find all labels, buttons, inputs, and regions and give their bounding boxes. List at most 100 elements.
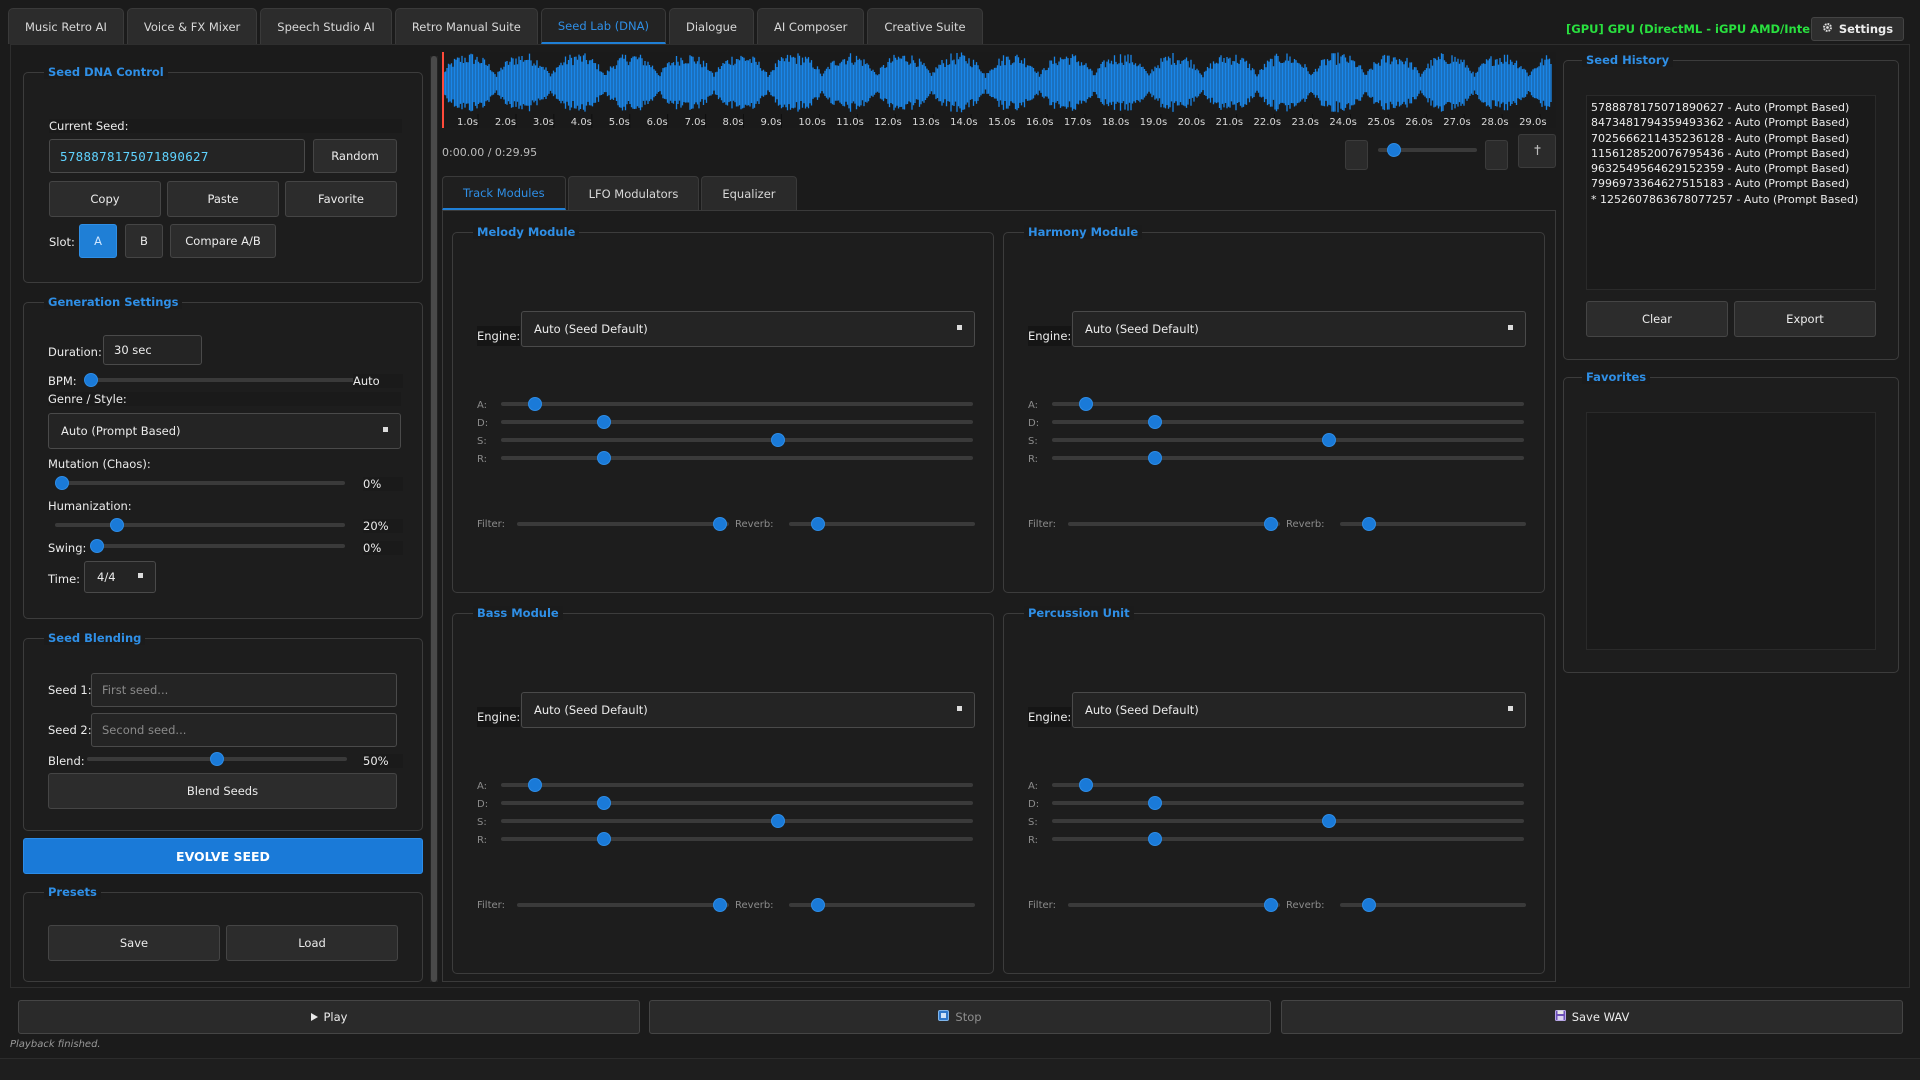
slider-handle[interactable]: [528, 397, 543, 411]
percussion-r-slider[interactable]: [1052, 831, 1524, 847]
load-preset-button[interactable]: Load: [226, 925, 398, 961]
history-item[interactable]: 7996973364627515183 - Auto (Prompt Based…: [1591, 176, 1871, 191]
slider-handle[interactable]: [528, 778, 543, 792]
harmony-s-slider[interactable]: [1052, 432, 1524, 448]
left-panel-scrollbar[interactable]: [430, 56, 438, 982]
stop-button[interactable]: Stop: [649, 1000, 1271, 1034]
blend-slider-handle[interactable]: [210, 752, 224, 766]
pin-button[interactable]: [1518, 134, 1556, 168]
slider-handle[interactable]: [713, 898, 728, 912]
save-preset-button[interactable]: Save: [48, 925, 220, 961]
tab-ai-composer[interactable]: AI Composer: [757, 8, 865, 44]
swing-slider[interactable]: [90, 538, 345, 554]
random-seed-button[interactable]: Random: [313, 139, 397, 173]
slider-handle[interactable]: [597, 451, 612, 465]
history-item[interactable]: 5788878175071890627 - Auto (Prompt Based…: [1591, 100, 1871, 115]
history-item[interactable]: 1156128520076795436 - Auto (Prompt Based…: [1591, 146, 1871, 161]
melody-reverb-slider[interactable]: [789, 516, 975, 532]
bass-s-slider[interactable]: [501, 813, 973, 829]
tab-seed-lab[interactable]: Seed Lab (DNA): [540, 8, 666, 44]
loop-control[interactable]: [1485, 140, 1508, 170]
slider-handle[interactable]: [1322, 814, 1337, 828]
mutation-slider-handle[interactable]: [55, 476, 69, 490]
copy-seed-button[interactable]: Copy: [49, 181, 161, 217]
bass-engine-combo[interactable]: Auto (Seed Default): [521, 692, 975, 728]
tab-retro-manual-suite[interactable]: Retro Manual Suite: [394, 8, 538, 44]
tab-dialogue[interactable]: Dialogue: [669, 8, 754, 44]
favorite-seed-button[interactable]: Favorite: [285, 181, 397, 217]
tab-track-modules[interactable]: Track Modules: [442, 176, 566, 210]
slider-handle[interactable]: [1148, 832, 1163, 846]
harmony-a-slider[interactable]: [1052, 396, 1524, 412]
duration-spinbox[interactable]: 30 sec: [103, 335, 202, 365]
seed-history-list[interactable]: 5788878175071890627 - Auto (Prompt Based…: [1586, 95, 1876, 290]
scrollbar-thumb[interactable]: [431, 56, 437, 982]
melody-a-slider[interactable]: [501, 396, 973, 412]
history-item[interactable]: * 1252607863678077257 - Auto (Prompt Bas…: [1591, 192, 1871, 207]
clear-history-button[interactable]: Clear: [1586, 301, 1728, 337]
harmony-reverb-slider[interactable]: [1340, 516, 1526, 532]
export-history-button[interactable]: Export: [1734, 301, 1876, 337]
bass-a-slider[interactable]: [501, 777, 973, 793]
slider-handle[interactable]: [1148, 451, 1163, 465]
melody-filter-slider[interactable]: [517, 516, 729, 532]
percussion-s-slider[interactable]: [1052, 813, 1524, 829]
history-item[interactable]: 9632549564629152359 - Auto (Prompt Based…: [1591, 161, 1871, 176]
slider-handle[interactable]: [597, 796, 612, 810]
tab-lfo-modulators[interactable]: LFO Modulators: [567, 176, 700, 210]
seed2-text[interactable]: [102, 723, 396, 737]
seed1-text[interactable]: [102, 683, 396, 697]
tab-voice-fx-mixer[interactable]: Voice & FX Mixer: [126, 8, 258, 44]
seed2-input[interactable]: [91, 713, 397, 747]
melody-r-slider[interactable]: [501, 450, 973, 466]
bass-reverb-slider[interactable]: [789, 897, 975, 913]
volume-slider-handle[interactable]: [1386, 143, 1401, 157]
slider-handle[interactable]: [1362, 898, 1377, 912]
play-button[interactable]: Play: [18, 1000, 640, 1034]
history-item[interactable]: 7025666211435236128 - Auto (Prompt Based…: [1591, 131, 1871, 146]
bass-d-slider[interactable]: [501, 795, 973, 811]
harmony-d-slider[interactable]: [1052, 414, 1524, 430]
melody-d-slider[interactable]: [501, 414, 973, 430]
harmony-engine-combo[interactable]: Auto (Seed Default): [1072, 311, 1526, 347]
save-wav-button[interactable]: Save WAV: [1281, 1000, 1903, 1034]
volume-slider[interactable]: [1378, 142, 1477, 158]
blend-seeds-button[interactable]: Blend Seeds: [48, 773, 397, 809]
slider-handle[interactable]: [811, 898, 826, 912]
time-signature-combo[interactable]: 4/4: [84, 561, 156, 593]
paste-seed-button[interactable]: Paste: [167, 181, 279, 217]
bass-filter-slider[interactable]: [517, 897, 729, 913]
history-item[interactable]: 8473481794359493362 - Auto (Prompt Based…: [1591, 115, 1871, 130]
settings-button[interactable]: Settings: [1811, 17, 1904, 41]
slider-handle[interactable]: [771, 433, 786, 447]
slider-handle[interactable]: [1079, 778, 1094, 792]
slot-a-button[interactable]: A: [79, 224, 117, 258]
slider-handle[interactable]: [597, 832, 612, 846]
compare-ab-button[interactable]: Compare A/B: [170, 224, 276, 258]
tab-equalizer[interactable]: Equalizer: [701, 176, 797, 210]
harmony-r-slider[interactable]: [1052, 450, 1524, 466]
seed1-input[interactable]: [91, 673, 397, 707]
waveform-display[interactable]: 1.0s 2.0s 3.0s 4.0s 5.0s 6.0s 7.0s 8.0s 9.0s 10.0…: [442, 52, 1556, 128]
melody-engine-combo[interactable]: Auto (Seed Default): [521, 311, 975, 347]
slider-handle[interactable]: [1362, 517, 1377, 531]
slider-handle[interactable]: [1148, 415, 1163, 429]
blend-slider[interactable]: [87, 751, 347, 767]
current-seed-field[interactable]: 5788878175071890627: [49, 139, 305, 173]
slider-handle[interactable]: [771, 814, 786, 828]
harmony-filter-slider[interactable]: [1068, 516, 1280, 532]
slider-handle[interactable]: [1264, 898, 1279, 912]
slider-handle[interactable]: [1148, 796, 1163, 810]
melody-s-slider[interactable]: [501, 432, 973, 448]
percussion-filter-slider[interactable]: [1068, 897, 1280, 913]
mutation-slider[interactable]: [55, 475, 345, 491]
tab-speech-studio-ai[interactable]: Speech Studio AI: [260, 8, 392, 44]
percussion-a-slider[interactable]: [1052, 777, 1524, 793]
bpm-slider-handle[interactable]: [84, 373, 98, 387]
bass-r-slider[interactable]: [501, 831, 973, 847]
humanization-slider-handle[interactable]: [110, 518, 125, 532]
swing-slider-handle[interactable]: [90, 539, 104, 553]
slider-handle[interactable]: [1322, 433, 1337, 447]
tab-music-retro-ai[interactable]: Music Retro AI: [8, 8, 124, 44]
favorites-list[interactable]: [1586, 412, 1876, 650]
